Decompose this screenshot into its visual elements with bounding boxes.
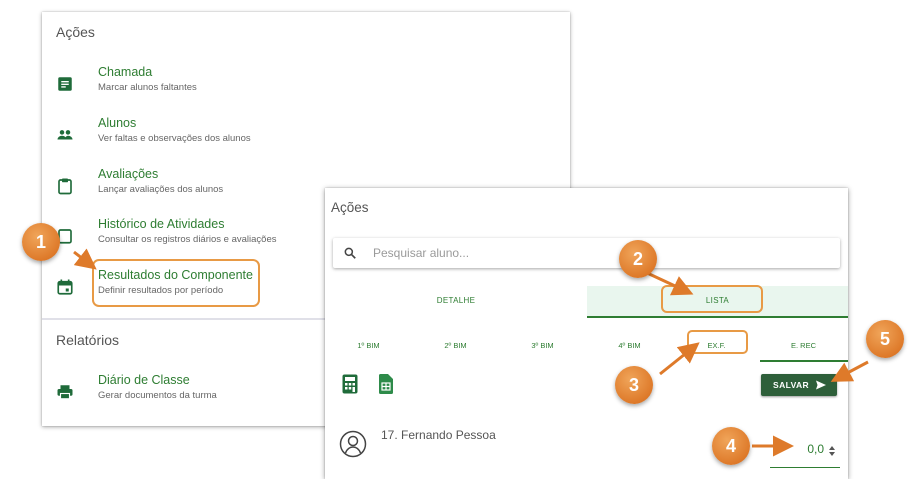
tab-2-bim[interactable]: 2º BIM xyxy=(412,333,499,361)
actions-section-title: Ações xyxy=(56,24,95,40)
callout-marker-4: 4 xyxy=(712,427,750,465)
printer-icon xyxy=(56,383,74,401)
tab-detalhe[interactable]: DETALHE xyxy=(325,286,587,318)
spreadsheet-icon[interactable] xyxy=(378,374,393,394)
panel-title: Ações xyxy=(331,200,369,215)
clipboard-icon xyxy=(56,177,74,195)
tab-1-bim[interactable]: 1º BIM xyxy=(325,333,412,361)
callout-marker-2: 2 xyxy=(619,240,657,278)
send-icon xyxy=(815,379,827,391)
highlight-resultados xyxy=(92,259,260,307)
search-input[interactable] xyxy=(373,243,823,263)
spinner-arrows-icon[interactable] xyxy=(828,444,836,456)
action-label: Avaliações xyxy=(98,167,159,181)
view-tabs: DETALHE LISTA xyxy=(325,286,848,318)
callout-marker-1: 1 xyxy=(22,223,60,261)
tab-recuperacao[interactable]: E. REC xyxy=(760,333,847,361)
action-description: Lançar avaliações dos alunos xyxy=(98,184,224,195)
action-alunos[interactable]: Alunos Ver faltas e observações dos alun… xyxy=(42,116,570,160)
search-box[interactable] xyxy=(333,238,840,268)
student-name: 17. Fernando Pessoa xyxy=(381,428,496,442)
tab-3-bim[interactable]: 3º BIM xyxy=(499,333,586,361)
active-period-indicator xyxy=(760,360,848,362)
people-icon xyxy=(56,126,74,144)
callout-marker-3: 3 xyxy=(615,366,653,404)
action-label: Histórico de Atividades xyxy=(98,217,225,231)
active-tab-indicator xyxy=(587,316,848,318)
action-description: Gerar documentos da turma xyxy=(98,390,217,401)
calculator-icon[interactable] xyxy=(342,374,358,394)
action-label: Alunos xyxy=(98,116,137,130)
grade-value[interactable]: 0,0 xyxy=(807,442,824,456)
search-icon xyxy=(343,246,357,260)
save-button[interactable]: SALVAR xyxy=(761,374,837,396)
action-description: Ver faltas e observações dos alunos xyxy=(98,133,251,144)
grades-panel: Ações DETALHE LISTA 1º BIM 2º BIM 3º BIM… xyxy=(325,188,848,479)
highlight-lista xyxy=(661,285,763,313)
action-chamada[interactable]: Chamada Marcar alunos faltantes xyxy=(42,65,570,109)
save-button-label: SALVAR xyxy=(773,380,810,390)
action-description: Marcar alunos faltantes xyxy=(98,82,197,93)
action-description: Consultar os registros diários e avaliaç… xyxy=(98,234,277,245)
student-avatar-icon xyxy=(339,430,367,458)
reports-section-title: Relatórios xyxy=(56,332,120,348)
grade-input[interactable]: 0,0 xyxy=(770,442,840,468)
action-label: Diário de Classe xyxy=(98,373,190,387)
tab-4-bim[interactable]: 4º BIM xyxy=(586,333,673,361)
callout-marker-5: 5 xyxy=(866,320,904,358)
highlight-exf xyxy=(687,330,748,354)
action-label: Chamada xyxy=(98,65,153,79)
calendar-icon xyxy=(56,278,74,296)
period-tabs: 1º BIM 2º BIM 3º BIM 4º BIM EX.F. E. REC xyxy=(325,333,848,363)
list-alt-icon xyxy=(56,75,74,93)
